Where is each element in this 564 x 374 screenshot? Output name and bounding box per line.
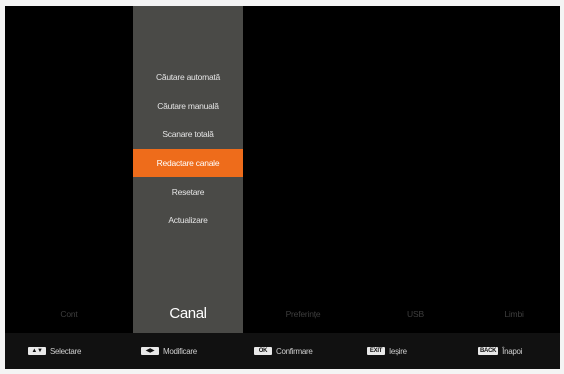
hint-label: Înapoi <box>502 346 523 356</box>
tab-label: Canal <box>169 305 207 322</box>
hint-back: BACK Înapoi <box>478 333 522 369</box>
ok-key-icon: OK <box>254 347 272 355</box>
tab-account[interactable]: Cont <box>5 294 133 333</box>
menu-item-reset[interactable]: Resetare <box>133 177 243 206</box>
hint-confirm: OK Confirmare <box>254 333 313 369</box>
menu-item-label: Actualizare <box>168 215 208 226</box>
hint-modify: ◀▶ Modificare <box>141 333 197 369</box>
settings-tab-bar: Cont Canal Preferințe USB Limbi <box>5 294 560 333</box>
menu-item-automatic-search[interactable]: Căutare automată <box>133 63 243 92</box>
left-right-key-icon: ◀▶ <box>141 347 159 355</box>
tab-label: Preferințe <box>285 308 321 319</box>
tv-settings-screen: Căutare automată Căutare manuală Scanare… <box>5 6 560 369</box>
hint-label: Selectare <box>50 346 82 356</box>
hint-exit: EXIT Ieșire <box>367 333 407 369</box>
tab-label: Limbi <box>504 308 524 319</box>
menu-item-full-scan[interactable]: Scanare totală <box>133 120 243 149</box>
menu-item-label: Resetare <box>171 186 205 197</box>
tab-usb[interactable]: USB <box>363 294 468 333</box>
hint-select: ▲▼ Selectare <box>28 333 81 369</box>
tab-preferences[interactable]: Preferințe <box>243 294 363 333</box>
menu-item-edit-channels[interactable]: Redactare canale <box>133 148 243 178</box>
exit-key-icon: EXIT <box>367 347 385 355</box>
hint-label: Confirmare <box>276 346 313 356</box>
menu-item-label: Căutare manuală <box>157 100 219 111</box>
tab-channel[interactable]: Canal <box>133 294 243 333</box>
tab-label: USB <box>407 308 424 319</box>
menu-item-label: Redactare canale <box>156 158 220 169</box>
hint-label: Modificare <box>163 346 197 356</box>
channel-menu-panel: Căutare automată Căutare manuală Scanare… <box>133 6 243 333</box>
menu-item-manual-search[interactable]: Căutare manuală <box>133 92 243 121</box>
hint-label: Ieșire <box>389 346 407 356</box>
channel-menu-list: Căutare automată Căutare manuală Scanare… <box>133 63 243 235</box>
remote-hints-footer: ▲▼ Selectare ◀▶ Modificare OK Confirmare… <box>5 333 560 369</box>
tab-languages[interactable]: Limbi <box>468 294 560 333</box>
up-down-key-icon: ▲▼ <box>28 347 46 355</box>
menu-item-label: Scanare totală <box>162 129 214 140</box>
menu-item-label: Căutare automată <box>155 72 221 83</box>
back-key-icon: BACK <box>478 347 499 355</box>
menu-item-update[interactable]: Actualizare <box>133 206 243 235</box>
tab-label: Cont <box>60 308 78 319</box>
